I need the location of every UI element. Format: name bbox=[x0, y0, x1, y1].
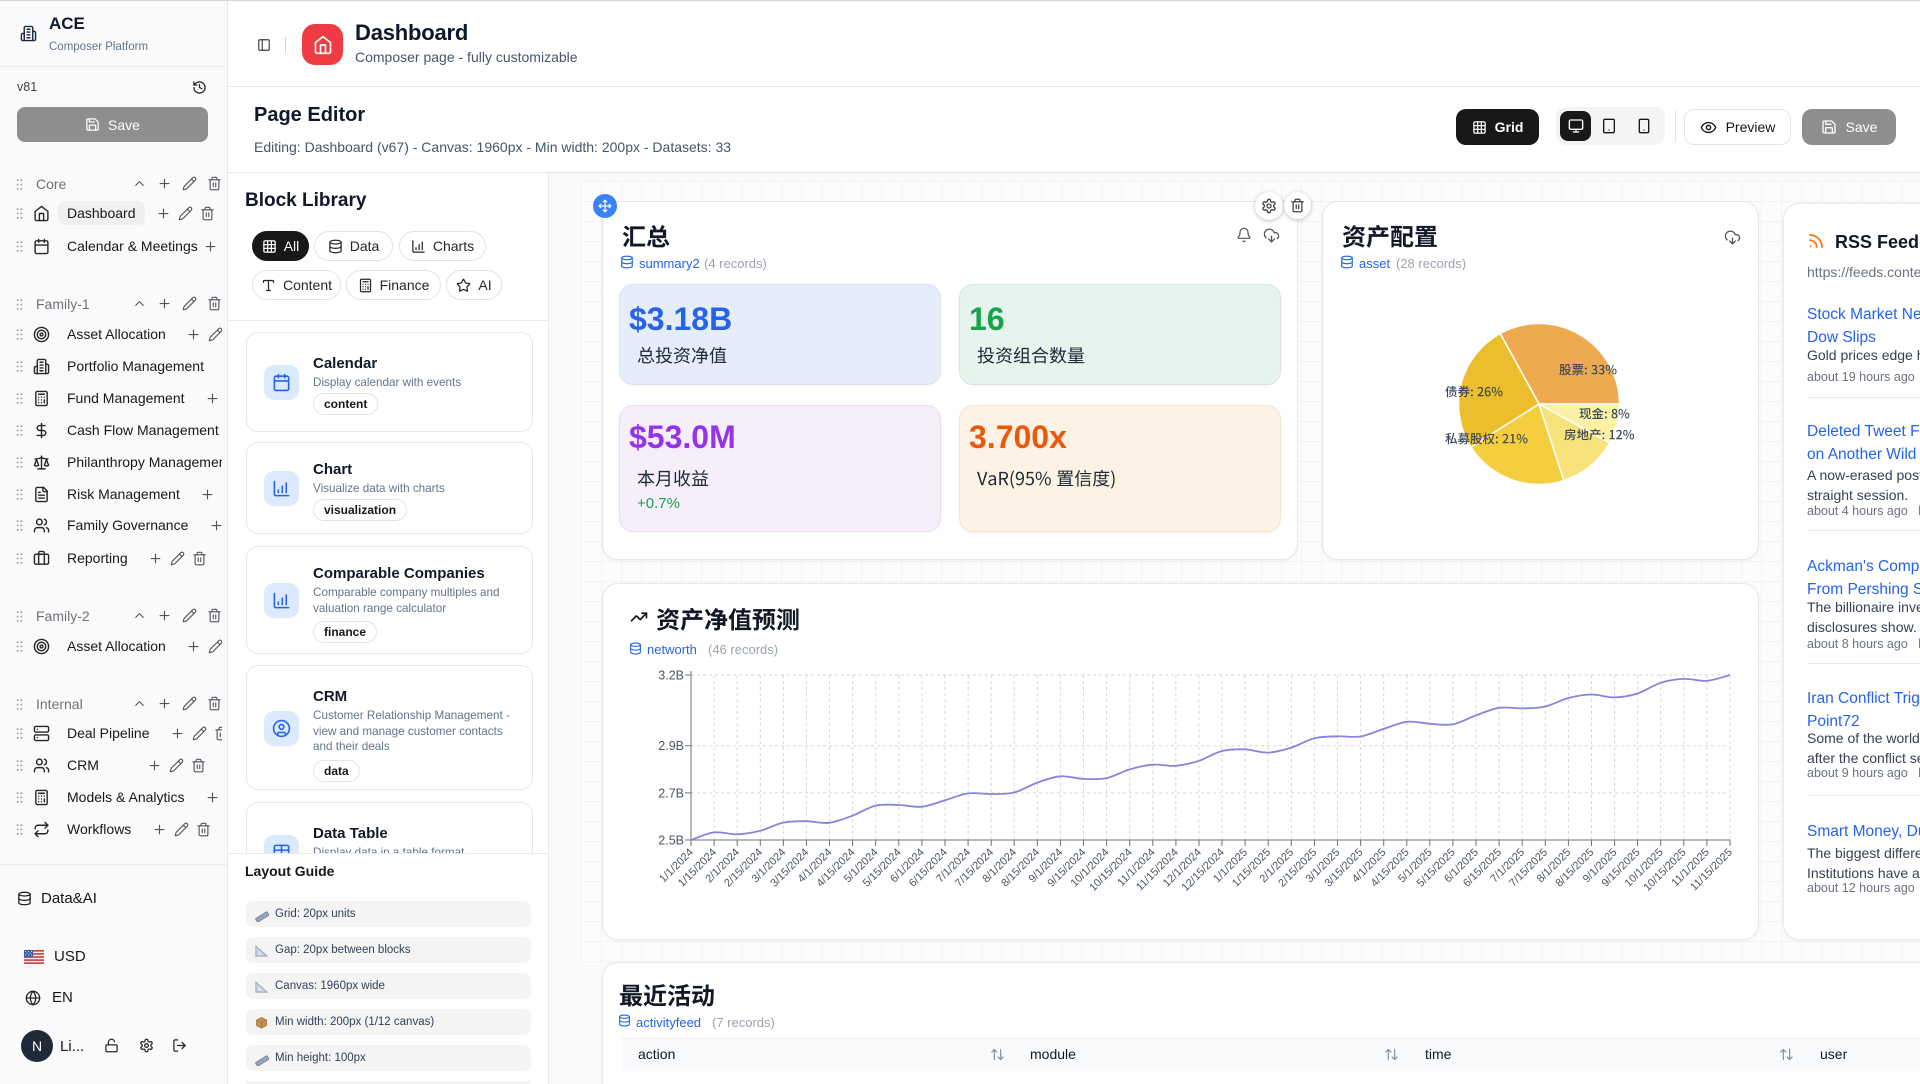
svg-text:2.9B: 2.9B bbox=[658, 739, 684, 753]
svg-text:2.7B: 2.7B bbox=[658, 786, 684, 800]
svg-text:3.2B: 3.2B bbox=[658, 669, 684, 683]
svg-text:2.5B: 2.5B bbox=[658, 834, 684, 848]
